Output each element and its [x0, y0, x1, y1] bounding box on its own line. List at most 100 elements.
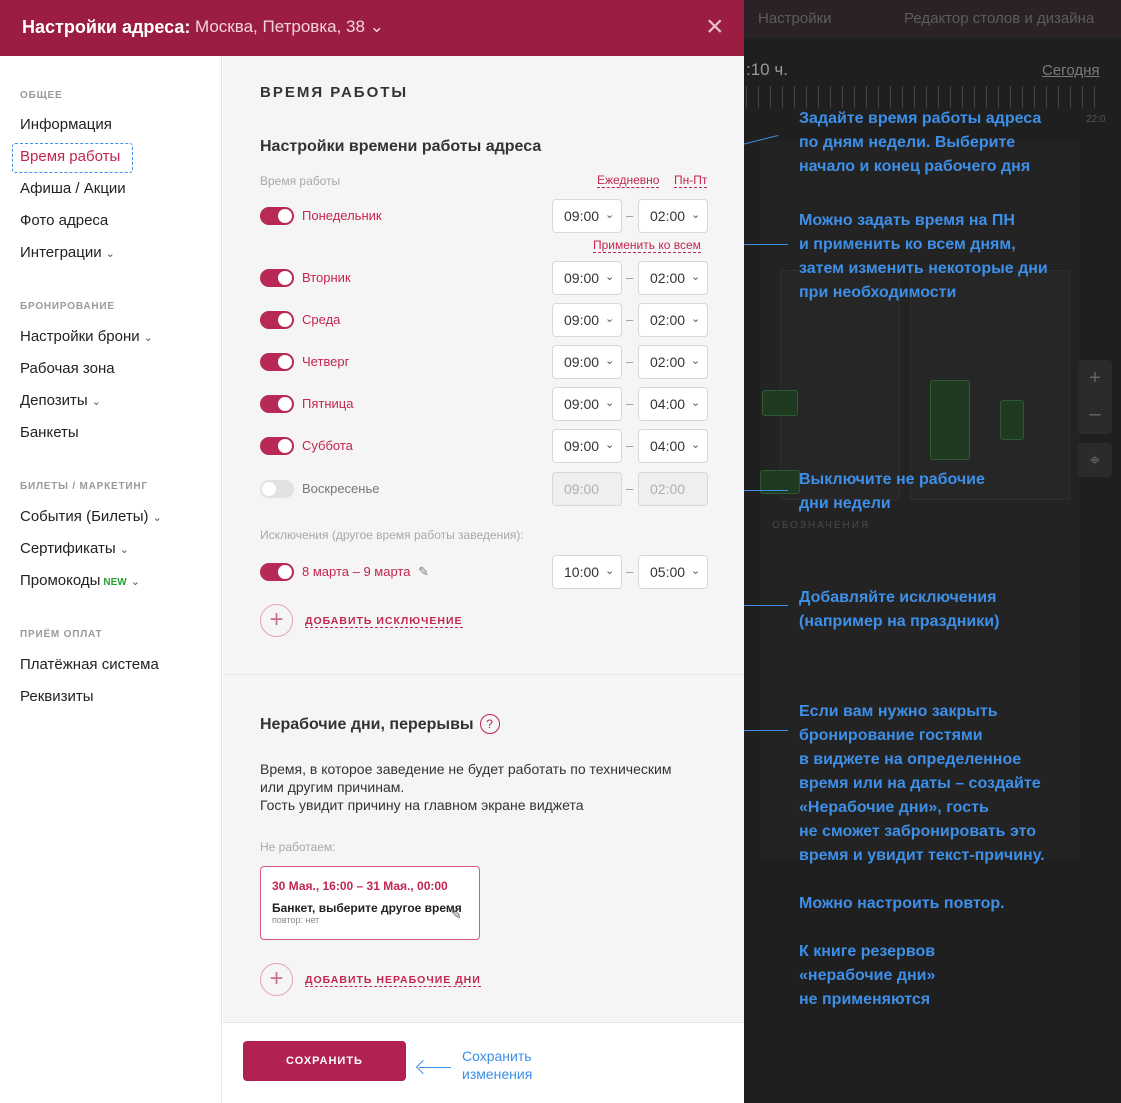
day-to-select[interactable]: 02:00 ⌄: [638, 261, 708, 295]
address-selector[interactable]: Москва, Петровка, 38 ⌄: [195, 17, 384, 37]
day-toggle[interactable]: [260, 207, 294, 225]
bg-today-link[interactable]: Сегодня: [1042, 62, 1100, 79]
exception-label[interactable]: 8 марта – 9 марта ✎: [302, 564, 429, 580]
exception-toggle[interactable]: [260, 563, 294, 581]
locate-icon[interactable]: ⌖: [1078, 443, 1112, 477]
bg-tab-editor[interactable]: Редактор столов и дизайна: [904, 10, 1094, 27]
sidebar-item-promocodes[interactable]: Промокоды NEW ⌄: [20, 572, 140, 589]
sidebar-item-label: Банкеты: [20, 424, 79, 441]
sidebar-item-info[interactable]: Информация: [20, 116, 112, 133]
bg-tab-settings[interactable]: Настройки: [758, 10, 832, 27]
add-nonwork-button[interactable]: ДОБАВИТЬ НЕРАБОЧИЕ ДНИ: [305, 974, 481, 987]
day-to-select[interactable]: 02:00 ⌄: [638, 345, 708, 379]
help-icon[interactable]: ?: [479, 714, 500, 734]
add-exception-button[interactable]: ДОБАВИТЬ ИСКЛЮЧЕНИЕ: [305, 615, 463, 628]
sidebar-item-booking-settings[interactable]: Настройки брони ⌄: [20, 328, 153, 345]
sidebar-item-promo[interactable]: Афиша / Акции: [20, 180, 126, 197]
sidebar-section-general: ОБЩЕЕ: [20, 90, 63, 101]
time-value: 09:00: [564, 208, 600, 224]
panel-header: Настройки адреса: Москва, Петровка, 38 ⌄…: [0, 0, 744, 56]
time-value: 04:00: [650, 438, 686, 454]
day-label: Пятница: [302, 396, 354, 411]
daily-link[interactable]: Ежедневно: [597, 173, 660, 188]
sidebar-item-photos[interactable]: Фото адреса: [20, 212, 108, 229]
day-toggle[interactable]: [260, 269, 294, 287]
day-from-select[interactable]: 09:00 ⌄: [552, 429, 622, 463]
day-to-select: 02:00: [638, 472, 708, 506]
zoom-in-icon[interactable]: +: [1078, 360, 1112, 396]
day-label: Вторник: [302, 270, 351, 285]
bg-table: [930, 380, 970, 460]
chevron-down-icon: ⌄: [605, 355, 615, 367]
sidebar-item-requisites[interactable]: Реквизиты: [20, 688, 94, 705]
sidebar-item-banquets[interactable]: Банкеты: [20, 424, 79, 441]
time-value: 02:00: [650, 481, 686, 497]
exception-name: 8 марта – 9 марта: [302, 564, 411, 579]
chevron-down-icon: ⌄: [130, 576, 140, 588]
time-value: 09:00: [564, 270, 600, 286]
time-dash: –: [626, 354, 634, 369]
exception-to-select[interactable]: 05:00 ⌄: [638, 555, 708, 589]
time-dash: –: [626, 481, 634, 496]
weekdays-link[interactable]: Пн-Пт: [674, 173, 708, 188]
settings-content: ВРЕМЯ РАБОТЫ Настройки времени работы ад…: [223, 56, 744, 1103]
save-button[interactable]: СОХРАНИТЬ: [243, 1041, 406, 1081]
zoom-out-icon[interactable]: –: [1078, 396, 1112, 432]
bg-timeline-ruler[interactable]: [746, 86, 1106, 108]
pencil-icon[interactable]: ✎: [418, 564, 429, 579]
sidebar-item-work-zone[interactable]: Рабочая зона: [20, 360, 115, 377]
sidebar-item-label: Рабочая зона: [20, 360, 115, 377]
nonwork-card[interactable]: 30 Мая., 16:00 – 31 Мая., 00:00 Банкет, …: [260, 866, 480, 940]
bg-zoom-control[interactable]: + –: [1078, 360, 1112, 434]
day-toggle[interactable]: [260, 353, 294, 371]
time-value: 02:00: [650, 354, 686, 370]
time-value: 02:00: [650, 208, 686, 224]
day-to-select[interactable]: 02:00 ⌄: [638, 199, 708, 233]
time-value: 05:00: [650, 564, 686, 580]
day-toggle[interactable]: [260, 311, 294, 329]
annotation-exceptions: Добавляйте исключения (например на празд…: [799, 589, 1000, 630]
bg-legend-title: ОБОЗНАЧЕНИЯ: [772, 520, 871, 531]
chevron-down-icon: ⌄: [91, 396, 101, 408]
day-from-select[interactable]: 09:00 ⌄: [552, 387, 622, 421]
day-from-select[interactable]: 09:00 ⌄: [552, 303, 622, 337]
day-label: Среда: [302, 312, 341, 327]
day-toggle[interactable]: [260, 480, 294, 498]
add-nonwork-icon[interactable]: +: [260, 963, 293, 996]
chevron-down-icon: ⌄: [691, 397, 701, 409]
day-toggle[interactable]: [260, 437, 294, 455]
sidebar-item-label: Промокоды: [20, 572, 101, 589]
time-value: 09:00: [564, 438, 600, 454]
close-icon[interactable]: ×: [706, 10, 724, 44]
background-topbar: Настройки Редактор столов и дизайна: [744, 0, 1121, 38]
section-title: ВРЕМЯ РАБОТЫ: [260, 84, 409, 101]
sidebar-item-integrations[interactable]: Интеграции ⌄: [20, 244, 115, 261]
day-toggle[interactable]: [260, 395, 294, 413]
sidebar-item-label: Фото адреса: [20, 212, 109, 229]
time-value: 09:00: [564, 354, 600, 370]
exception-from-select[interactable]: 10:00 ⌄: [552, 555, 622, 589]
sidebar-item-payment-system[interactable]: Платёжная система: [20, 656, 159, 673]
divider: [223, 674, 744, 675]
sidebar-item-deposits[interactable]: Депозиты ⌄: [20, 392, 101, 409]
day-to-select[interactable]: 04:00 ⌄: [638, 429, 708, 463]
sidebar-item-certificates[interactable]: Сертификаты ⌄: [20, 540, 129, 557]
add-exception-icon[interactable]: +: [260, 604, 293, 637]
time-value: 02:00: [650, 270, 686, 286]
annotation-nonwork: Если вам нужно закрыть бронирование гост…: [799, 703, 1045, 1008]
sidebar-section-booking: БРОНИРОВАНИЕ: [20, 301, 115, 312]
day-from-select[interactable]: 09:00 ⌄: [552, 199, 622, 233]
day-to-select[interactable]: 04:00 ⌄: [638, 387, 708, 421]
chevron-down-icon: ⌄: [691, 209, 701, 221]
apply-to-all-link[interactable]: Применить ко всем: [593, 238, 701, 253]
annotation-apply-all: Можно задать время на ПН и применить ко …: [799, 212, 1048, 301]
day-from-select[interactable]: 09:00 ⌄: [552, 261, 622, 295]
sidebar-item-hours[interactable]: Время работы: [20, 148, 120, 165]
sidebar-section-tickets: БИЛЕТЫ / МАРКЕТИНГ: [20, 481, 148, 492]
chevron-down-icon: ⌄: [152, 512, 162, 524]
pencil-icon[interactable]: ✎: [451, 907, 462, 923]
day-label: Воскресенье: [302, 481, 380, 496]
day-to-select[interactable]: 02:00 ⌄: [638, 303, 708, 337]
day-from-select[interactable]: 09:00 ⌄: [552, 345, 622, 379]
sidebar-item-events[interactable]: События (Билеты) ⌄: [20, 508, 162, 525]
